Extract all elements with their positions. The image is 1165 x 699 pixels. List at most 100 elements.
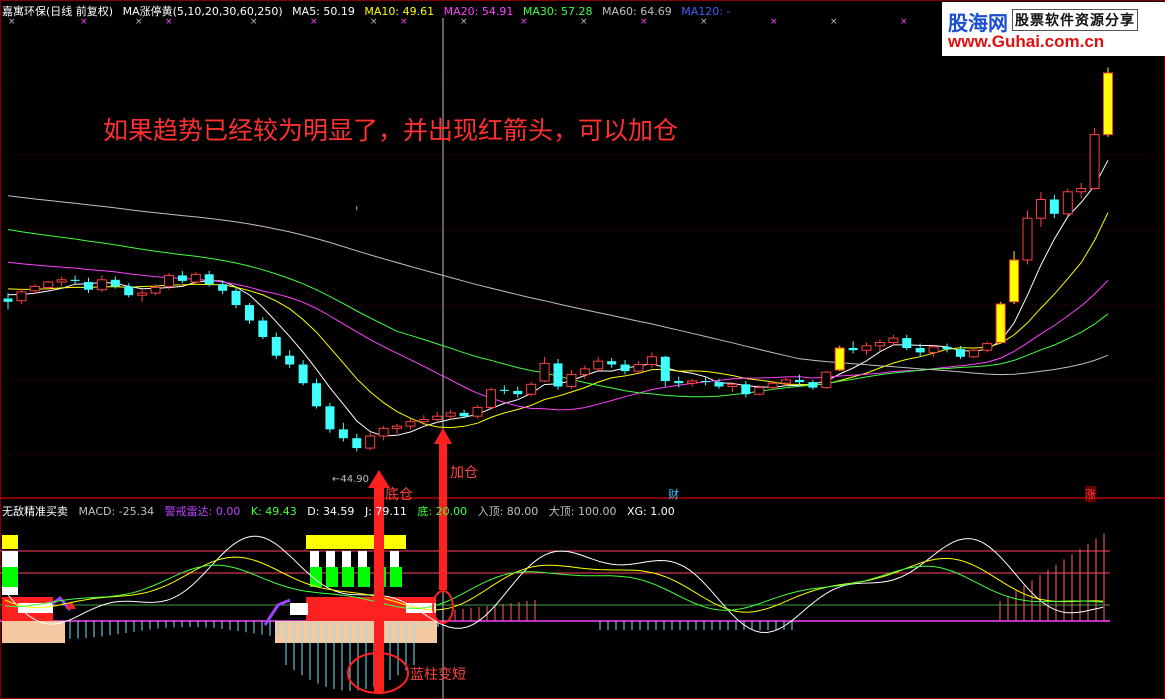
ma5-value: MA5: 50.19 bbox=[292, 5, 355, 18]
candle-body bbox=[43, 281, 54, 288]
candle-body bbox=[271, 337, 281, 356]
candle-body bbox=[633, 364, 644, 372]
candle-body bbox=[620, 364, 630, 372]
green-block bbox=[2, 567, 18, 587]
candle-body bbox=[607, 361, 617, 365]
candle-body bbox=[821, 371, 832, 389]
candle-body bbox=[472, 406, 483, 417]
candle-body bbox=[312, 383, 322, 407]
candle-body bbox=[244, 305, 254, 321]
ma60-value: MA60: 64.69 bbox=[602, 5, 672, 18]
logo-tagline: 股票软件资源分享 bbox=[1012, 9, 1138, 31]
candle-body bbox=[781, 379, 792, 384]
green-block bbox=[358, 567, 370, 587]
candle-body bbox=[150, 287, 161, 294]
d-line bbox=[4, 556, 1104, 613]
finance-marker[interactable]: 财 bbox=[668, 486, 679, 502]
macd-value: MACD: -25.34 bbox=[78, 505, 155, 518]
chart-header: 嘉寓环保(日线 前复权) MA涨停黄(5,10,20,30,60,250) MA… bbox=[2, 3, 736, 19]
candle-body bbox=[794, 379, 804, 383]
candle-body bbox=[767, 382, 778, 389]
candle-body bbox=[124, 286, 134, 296]
candle-body bbox=[1035, 199, 1046, 219]
candle-body bbox=[499, 389, 509, 391]
top-x-mark: × bbox=[830, 17, 838, 27]
candle-body bbox=[56, 279, 67, 283]
annotation-text: 如果趋势已经较为明显了，并出现红箭头，可以加仓 bbox=[103, 116, 679, 145]
candle-body bbox=[392, 425, 403, 429]
ma20-value: MA20: 54.91 bbox=[443, 5, 514, 18]
stock-title: 嘉寓环保(日线 前复权) bbox=[2, 5, 114, 18]
ma120-value: MA120: - bbox=[681, 5, 731, 18]
white-block bbox=[342, 551, 351, 567]
candle-body bbox=[29, 285, 40, 292]
candle-body bbox=[16, 291, 27, 302]
candle-body bbox=[83, 282, 93, 290]
white-block bbox=[326, 551, 335, 567]
candle-body bbox=[365, 435, 376, 449]
blue-bar-shorter-label: 蓝柱变短 bbox=[410, 667, 466, 683]
k-line bbox=[4, 564, 1104, 611]
j-value: J: 79.11 bbox=[364, 505, 407, 518]
candle-body bbox=[727, 383, 738, 387]
candle-body bbox=[513, 390, 523, 395]
candle-body bbox=[1022, 217, 1033, 261]
sub-header: 无敌精准买卖 MACD: -25.34 警戒雷达: 0.00 K: 49.43 … bbox=[2, 503, 682, 519]
candle-body bbox=[1089, 134, 1100, 190]
candle-body bbox=[553, 363, 563, 387]
candle-body bbox=[218, 284, 228, 291]
candle-body bbox=[1049, 199, 1059, 214]
candle-body bbox=[177, 275, 187, 281]
candle-body bbox=[3, 298, 13, 302]
candle-body bbox=[285, 355, 295, 365]
candle-body bbox=[96, 279, 107, 291]
candle-body bbox=[418, 419, 429, 423]
candle-body bbox=[593, 360, 604, 370]
candle-body bbox=[137, 292, 148, 296]
candle-body bbox=[834, 347, 845, 371]
yellow-block bbox=[2, 535, 18, 549]
k-value: K: 49.43 bbox=[250, 505, 297, 518]
top-x-mark: × bbox=[900, 17, 908, 27]
white-block bbox=[2, 551, 18, 567]
candle-body bbox=[888, 337, 899, 344]
candle-body bbox=[741, 384, 751, 395]
candle-body bbox=[1062, 191, 1073, 215]
entry-top-value: 入顶: 80.00 bbox=[477, 505, 539, 518]
candle-body bbox=[190, 273, 201, 283]
candle-body bbox=[258, 320, 268, 337]
limit-up-marker[interactable]: 涨 bbox=[1085, 486, 1096, 502]
candle-body bbox=[1009, 259, 1020, 303]
candle-body bbox=[955, 349, 965, 357]
candle-body bbox=[163, 274, 174, 287]
add-position-arrow-head bbox=[434, 428, 452, 444]
sub-indicator-name: 无敌精准买卖 bbox=[2, 505, 68, 518]
xg-value: XG: 1.00 bbox=[626, 505, 675, 518]
candle-body bbox=[995, 303, 1006, 343]
candle-body bbox=[405, 421, 416, 427]
candle-body bbox=[808, 382, 818, 388]
ma10-line bbox=[7, 212, 1109, 429]
candle-body bbox=[1103, 72, 1113, 136]
candle-body bbox=[701, 381, 711, 383]
add-position-label: 加仓 bbox=[450, 465, 478, 481]
candle-body bbox=[942, 346, 952, 350]
candle-body bbox=[298, 364, 308, 384]
candle-body bbox=[566, 373, 577, 387]
d-value: D: 34.59 bbox=[307, 505, 355, 518]
candle-body bbox=[231, 290, 241, 306]
candle-body bbox=[754, 387, 765, 395]
stock-chart[interactable]: × × × × × × × × × × × × × × × × bbox=[0, 0, 1165, 699]
candle-body bbox=[325, 406, 335, 430]
ma30-value: MA30: 57.28 bbox=[522, 5, 593, 18]
site-logo[interactable]: 股海网 股票软件资源分享 www.Guhai.com.cn bbox=[942, 2, 1165, 56]
candle-body bbox=[204, 274, 214, 285]
green-block bbox=[342, 567, 354, 587]
red-block bbox=[2, 597, 18, 621]
candle-body bbox=[982, 343, 993, 351]
candle-body bbox=[660, 356, 670, 381]
logo-url: www.Guhai.com.cn bbox=[948, 32, 1105, 51]
white-block bbox=[290, 603, 308, 615]
candle-body bbox=[485, 389, 496, 408]
bottom-position-label: 底仓 bbox=[385, 487, 413, 503]
